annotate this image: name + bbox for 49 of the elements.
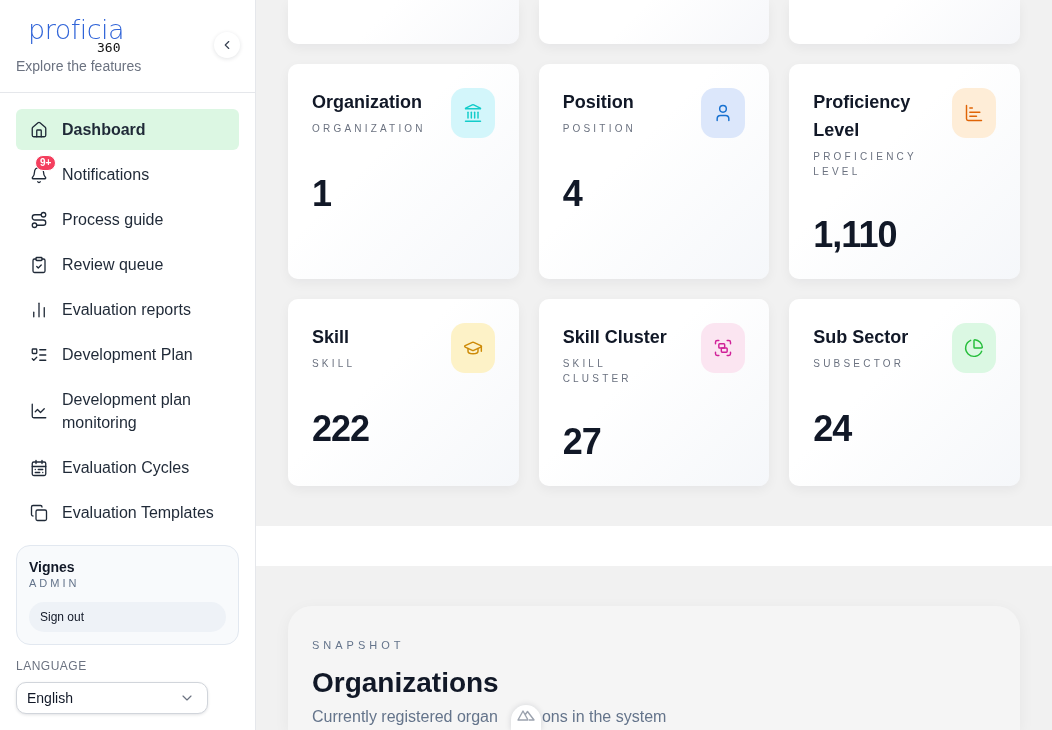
- calendar-icon: [30, 458, 48, 477]
- section-subtitle: Currently registered organ: [312, 708, 498, 726]
- nav-item[interactable]: Development plan monitoring: [16, 379, 239, 443]
- line-chart-icon: [30, 402, 48, 420]
- stat-value: 4: [562, 174, 582, 214]
- tagline: Explore the features: [16, 56, 142, 75]
- nav-item[interactable]: Evaluation Cycles: [16, 447, 239, 488]
- section-label: SNAPSHOT: [312, 638, 405, 652]
- stat-title: Skill: [312, 326, 350, 349]
- stat-title: Skill Cluster: [562, 326, 667, 349]
- stat-code: PROFICIENCY LEVEL: [813, 150, 918, 179]
- bar-chart-icon: [30, 300, 48, 319]
- sign-out-button[interactable]: Sign out: [29, 602, 226, 632]
- nav-item[interactable]: Dashboard: [16, 109, 239, 150]
- stat-code: SKILL CLUSTER: [562, 357, 633, 386]
- checklist-icon: [30, 345, 48, 364]
- section-title: Organizations: [312, 666, 499, 700]
- stat-title: Sub Sector: [813, 326, 909, 349]
- mountain-icon: [517, 709, 535, 721]
- stat-code: SKILL: [312, 357, 356, 371]
- nav-item[interactable]: Review queue: [16, 244, 239, 285]
- route-icon: [30, 210, 48, 229]
- user-name: Vignes: [29, 558, 76, 576]
- notification-badge: 9+: [35, 154, 57, 171]
- stat-title: Proficiency Level: [813, 91, 912, 142]
- language-select[interactable]: English: [16, 682, 208, 714]
- clipboard-check-icon: [30, 255, 48, 274]
- stat-value: 27: [562, 422, 601, 462]
- stat-code: ORGANIZATION: [312, 122, 426, 136]
- nav-item[interactable]: Evaluation reports: [16, 289, 239, 330]
- stat-code: POSITION: [562, 122, 637, 136]
- stat-value: 1: [312, 174, 332, 214]
- collapse-button[interactable]: [214, 32, 240, 58]
- copy-icon: [30, 503, 48, 522]
- nav-item[interactable]: Process guide: [16, 199, 239, 240]
- stat-value: 24: [813, 409, 852, 449]
- user-role: ADMIN: [29, 576, 81, 590]
- bell-icon: [30, 165, 48, 184]
- stat-title: Position: [562, 91, 634, 114]
- stat-title: Organization: [312, 91, 422, 114]
- stat-value: 222: [312, 409, 370, 449]
- house-icon: [30, 120, 48, 139]
- field-label: LANGUAGE: [16, 659, 87, 673]
- nav-item[interactable]: Development Plan: [16, 334, 239, 375]
- section-subtitle: ons in the system: [541, 708, 667, 726]
- stat-code: SUBSECTOR: [813, 357, 905, 371]
- nav-item[interactable]: Evaluation Templates: [16, 492, 239, 533]
- stat-value: 1,110: [813, 215, 897, 255]
- nav-item[interactable]: 9+ Notifications: [16, 154, 239, 195]
